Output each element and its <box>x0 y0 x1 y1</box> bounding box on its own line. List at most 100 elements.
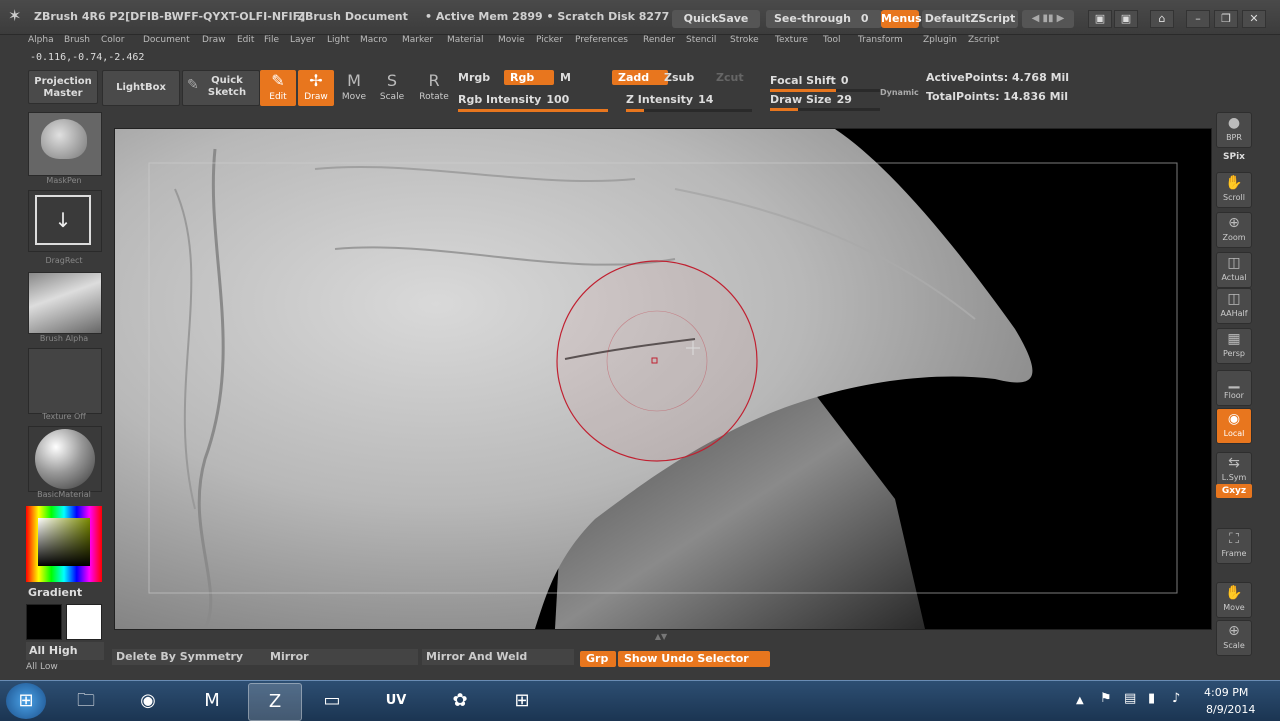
zadd-button[interactable]: Zadd <box>612 70 668 85</box>
lock-icon[interactable]: ⌂ <box>1150 10 1174 28</box>
m-button[interactable]: M <box>560 71 571 84</box>
rotate-tool-button[interactable]: R Rotate <box>416 70 452 106</box>
stroke-thumbnail[interactable]: ↓ <box>28 190 102 252</box>
uvlayout-icon[interactable]: UV <box>370 683 422 719</box>
lightbox-button[interactable]: LightBox <box>102 70 180 106</box>
document-canvas[interactable] <box>114 128 1212 630</box>
draw-size-slider[interactable]: Draw Size 29 <box>770 88 880 111</box>
menu-stencil[interactable]: Stencil <box>686 35 716 45</box>
menu-macro[interactable]: Macro <box>360 35 387 45</box>
quick-sketch-button[interactable]: ✎ Quick Sketch <box>182 70 260 106</box>
volume-icon[interactable]: ♪ <box>1172 691 1180 706</box>
alpha-thumbnail[interactable] <box>28 272 102 334</box>
all-high-button[interactable]: All High <box>26 642 104 660</box>
default-zscript-button[interactable]: DefaultZScript <box>922 10 1018 28</box>
minimize-button[interactable]: – <box>1186 10 1210 28</box>
menu-tool[interactable]: Tool <box>823 35 840 45</box>
scale-button[interactable]: ⊕ Scale <box>1216 620 1252 656</box>
action-center-flag-icon[interactable]: ⚑ <box>1100 691 1112 706</box>
local-button[interactable]: ◉ Local <box>1216 408 1252 444</box>
floor-button[interactable]: ▁ Floor <box>1216 370 1252 406</box>
menu-brush[interactable]: Brush <box>64 35 90 45</box>
menu-light[interactable]: Light <box>327 35 349 45</box>
delete-by-symmetry-button[interactable]: Delete By Symmetry <box>112 649 266 665</box>
clock-time[interactable]: 4:09 PM <box>1204 686 1248 699</box>
layout-alt-icon[interactable]: ▣ <box>1114 10 1138 28</box>
grp-toggle[interactable]: Grp <box>580 651 616 667</box>
menu-render[interactable]: Render <box>643 35 675 45</box>
menu-alpha[interactable]: Alpha <box>28 35 54 45</box>
rgb-button[interactable]: Rgb <box>504 70 554 85</box>
color-picker[interactable] <box>26 506 102 582</box>
menu-edit[interactable]: Edit <box>237 35 254 45</box>
menu-texture[interactable]: Texture <box>775 35 808 45</box>
clock-date[interactable]: 8/9/2014 <box>1206 703 1255 716</box>
brush-thumbnail[interactable] <box>28 112 102 176</box>
color-square[interactable] <box>38 518 90 566</box>
aahalf-button[interactable]: ◫ AAHalf <box>1216 288 1252 324</box>
layout-icon[interactable]: ▣ <box>1088 10 1112 28</box>
scroll-arrows-icon[interactable]: ◀ ▮▮ ▶ <box>1022 10 1074 28</box>
mirror-button[interactable]: Mirror <box>266 649 418 665</box>
chrome-icon[interactable]: ◉ <box>122 683 174 719</box>
menu-file[interactable]: File <box>264 35 279 45</box>
move-tool-button[interactable]: M Move <box>336 70 372 106</box>
mirror-and-weld-button[interactable]: Mirror And Weld <box>422 649 574 665</box>
bpr-button[interactable]: ● BPR <box>1216 112 1252 148</box>
zoom-button[interactable]: ⊕ Zoom <box>1216 212 1252 248</box>
dynamic-button[interactable]: Dynamic <box>880 88 919 97</box>
menu-movie[interactable]: Movie <box>498 35 525 45</box>
sculpt-viewport[interactable] <box>115 129 1211 629</box>
move-button[interactable]: ✋ Move <box>1216 582 1252 618</box>
persp-button[interactable]: ▦ Persp <box>1216 328 1252 364</box>
texture-thumbnail[interactable] <box>28 348 102 414</box>
menu-preferences[interactable]: Preferences <box>575 35 628 45</box>
menu-layer[interactable]: Layer <box>290 35 315 45</box>
actual-button[interactable]: ◫ Actual <box>1216 252 1252 288</box>
lsym-button[interactable]: ⇆ L.Sym <box>1216 452 1252 488</box>
menu-document[interactable]: Document <box>143 35 190 45</box>
menu-marker[interactable]: Marker <box>402 35 433 45</box>
restore-button[interactable]: ❐ <box>1214 10 1238 28</box>
spix-button[interactable]: SPix <box>1216 150 1252 164</box>
menu-color[interactable]: Color <box>101 35 125 45</box>
secondary-color-swatch[interactable] <box>66 604 102 640</box>
zcut-button[interactable]: Zcut <box>716 71 744 84</box>
gxyz-button[interactable]: Gxyz <box>1216 484 1252 498</box>
projection-master-button[interactable]: Projection Master <box>28 70 98 104</box>
scroll-button[interactable]: ✋ Scroll <box>1216 172 1252 208</box>
tray-expand-icon[interactable]: ▲ <box>1076 695 1084 706</box>
all-low-button[interactable]: All Low <box>26 662 104 672</box>
zsub-button[interactable]: Zsub <box>664 71 694 84</box>
menu-stroke[interactable]: Stroke <box>730 35 759 45</box>
screen-icon[interactable]: ▭ <box>306 683 358 719</box>
see-through-slider[interactable]: See-through 0 <box>766 10 882 28</box>
device-icon[interactable]: ▤ <box>1124 691 1136 706</box>
windows-start-icon[interactable]: ⊞ <box>6 683 46 719</box>
edit-tool-button[interactable]: ✎ Edit <box>260 70 296 106</box>
frame-button[interactable]: ⛶ Frame <box>1216 528 1252 564</box>
menus-button[interactable]: Menus <box>881 10 922 28</box>
main-color-swatch[interactable] <box>26 604 62 640</box>
network-signal-icon[interactable]: ▮ <box>1148 691 1155 706</box>
scale-tool-button[interactable]: S Scale <box>374 70 410 106</box>
quicksave-button[interactable]: QuickSave <box>672 10 760 28</box>
canvas-scroll-handle[interactable]: ▲▼ <box>598 632 724 641</box>
network-app-icon[interactable]: ⊞ <box>496 683 548 719</box>
maya-icon[interactable]: M <box>186 683 238 719</box>
menu-picker[interactable]: Picker <box>536 35 563 45</box>
flower-icon[interactable]: ✿ <box>434 683 486 719</box>
material-thumbnail[interactable] <box>28 426 102 492</box>
menu-material[interactable]: Material <box>447 35 484 45</box>
zbrush-icon[interactable]: Z <box>248 683 302 721</box>
show-undo-selector-button[interactable]: Show Undo Selector <box>618 651 770 667</box>
z-intensity-slider[interactable]: Z Intensity 14 <box>626 88 752 112</box>
draw-tool-button[interactable]: ✢ Draw <box>298 70 334 106</box>
menu-zplugin[interactable]: Zplugin <box>923 35 957 45</box>
menu-zscript[interactable]: Zscript <box>968 35 999 45</box>
rgb-intensity-slider[interactable]: Rgb Intensity 100 <box>458 88 608 112</box>
menu-transform[interactable]: Transform <box>858 35 903 45</box>
close-button[interactable]: ✕ <box>1242 10 1266 28</box>
menu-draw[interactable]: Draw <box>202 35 226 45</box>
mrgb-button[interactable]: Mrgb <box>458 71 490 84</box>
